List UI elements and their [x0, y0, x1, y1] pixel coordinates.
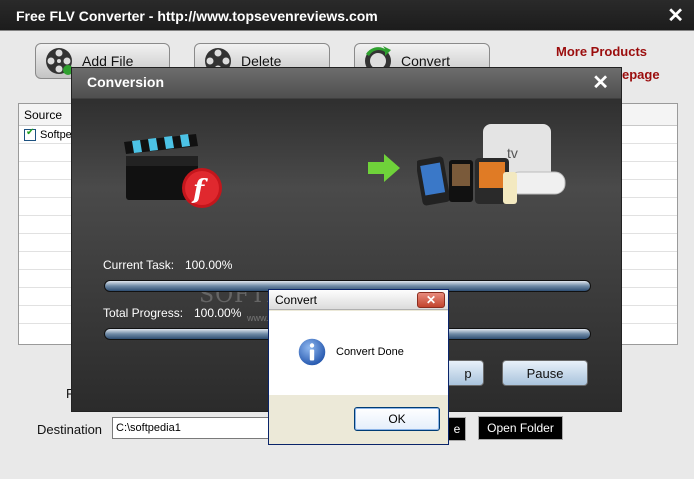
flash-clapperboard-icon: f [124, 134, 222, 208]
homepage-link[interactable]: epage [622, 67, 660, 82]
devices-icon: tv [417, 124, 566, 206]
tv-label: tv [507, 145, 518, 161]
total-progress-label: Total Progress: [103, 306, 184, 320]
current-task-value: 100.00% [185, 258, 233, 272]
message-box-close-button[interactable]: ✕ [417, 292, 445, 308]
stop-label: p [464, 365, 472, 381]
destination-input[interactable] [112, 417, 272, 439]
arrow-right-icon [368, 154, 400, 182]
row-source: Softpe [40, 128, 72, 141]
browse-button[interactable]: e [448, 417, 466, 441]
close-icon[interactable]: ✕ [667, 3, 684, 28]
row-checkbox[interactable] [24, 127, 36, 141]
conversion-dialog-title: Conversion [87, 74, 165, 90]
ok-button[interactable]: OK [354, 407, 440, 431]
window-title: Free FLV Converter - http://www.topseven… [16, 8, 378, 24]
convert-message-box: Convert ✕ Convert Done OK [268, 289, 449, 445]
total-progress-value: 100.00% [194, 306, 242, 320]
film-reel-icon [46, 48, 73, 75]
current-task-label: Current Task: [103, 258, 175, 272]
info-icon [297, 337, 327, 367]
destination-label: Destination [37, 422, 103, 437]
message-text: Convert Done [336, 346, 404, 358]
pause-button[interactable]: Pause [502, 360, 588, 386]
open-folder-button[interactable]: Open Folder [478, 416, 563, 440]
message-box-body: Convert Done [269, 311, 448, 395]
more-products-link[interactable]: More Products [556, 44, 647, 59]
conversion-close-icon[interactable]: ✕ [592, 70, 609, 95]
